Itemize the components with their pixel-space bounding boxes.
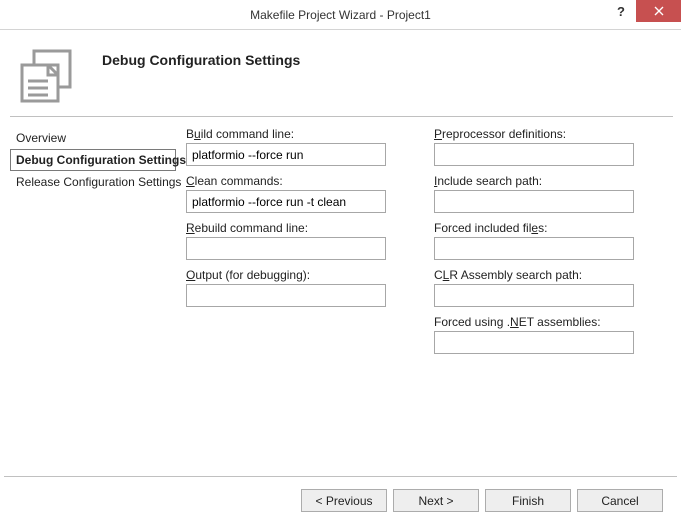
clr-assembly-label: CLR Assembly search path: [434,268,634,282]
sidebar-item-release-config[interactable]: Release Configuration Settings [10,171,176,193]
include-search-label: Include search path: [434,174,634,188]
form-right-column: Preprocessor definitions: Include search… [434,127,634,476]
titlebar-controls: ? [606,0,681,29]
sidebar-item-overview[interactable]: Overview [10,127,176,149]
close-button[interactable] [636,0,681,22]
form-area: Build command line: Clean commands: Rebu… [186,127,673,476]
wizard-footer: < Previous Next > Finish Cancel [4,476,677,524]
clr-assembly-input[interactable] [434,284,634,307]
forced-included-input[interactable] [434,237,634,260]
sidebar-item-debug-config[interactable]: Debug Configuration Settings [10,149,176,171]
wizard-sidebar: Overview Debug Configuration Settings Re… [10,127,176,476]
output-label: Output (for debugging): [186,268,386,282]
include-search-input[interactable] [434,190,634,213]
rebuild-command-input[interactable] [186,237,386,260]
cancel-button[interactable]: Cancel [577,489,663,512]
output-input[interactable] [186,284,386,307]
page-title: Debug Configuration Settings [102,50,300,68]
preprocessor-label: Preprocessor definitions: [434,127,634,141]
build-command-label: Build command line: [186,127,386,141]
rebuild-command-label: Rebuild command line: [186,221,386,235]
next-button[interactable]: Next > [393,489,479,512]
wizard-page-icon [18,47,74,103]
content-area: Debug Configuration Settings Overview De… [0,30,681,528]
finish-button[interactable]: Finish [485,489,571,512]
help-button[interactable]: ? [606,0,636,22]
build-command-input[interactable] [186,143,386,166]
wizard-body: Overview Debug Configuration Settings Re… [0,117,681,476]
forced-using-net-input[interactable] [434,331,634,354]
clean-commands-input[interactable] [186,190,386,213]
preprocessor-input[interactable] [434,143,634,166]
titlebar: Makefile Project Wizard - Project1 ? [0,0,681,30]
forced-included-label: Forced included files: [434,221,634,235]
forced-using-net-label: Forced using .NET assemblies: [434,315,634,329]
wizard-header: Debug Configuration Settings [0,30,681,116]
close-icon [654,6,664,16]
clean-commands-label: Clean commands: [186,174,386,188]
form-left-column: Build command line: Clean commands: Rebu… [186,127,386,476]
window-title: Makefile Project Wizard - Project1 [250,8,431,22]
previous-button[interactable]: < Previous [301,489,387,512]
